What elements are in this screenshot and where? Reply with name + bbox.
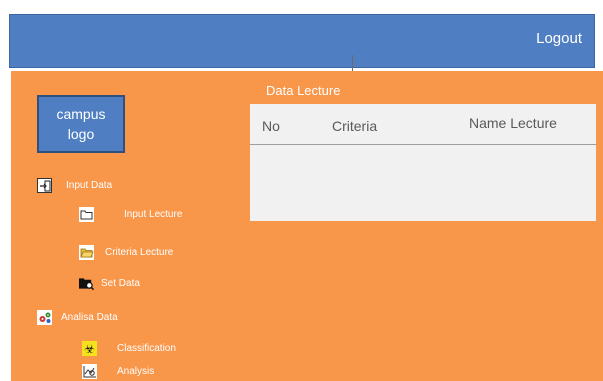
sidebar-item-label: Classification xyxy=(117,343,176,354)
sidebar-item-analisa-data[interactable]: Analisa Data xyxy=(37,310,118,325)
panel-title: Data Lecture xyxy=(266,83,341,98)
sidebar-item-input-data[interactable]: Input Data xyxy=(37,178,112,193)
logo-line-1: campus xyxy=(56,106,106,122)
top-header: Logout xyxy=(9,14,595,73)
folder-search-icon xyxy=(79,276,94,291)
campus-logo: campus logo xyxy=(37,95,125,153)
lecture-table: No Criteria Name Lecture xyxy=(250,104,596,221)
sidebar-item-analysis[interactable]: Analysis xyxy=(82,364,154,379)
column-header-criteria[interactable]: Criteria xyxy=(332,118,377,134)
folder-open-icon xyxy=(79,245,94,260)
folder-icon xyxy=(79,207,94,222)
input-icon xyxy=(37,178,52,193)
chart-search-icon xyxy=(82,364,97,379)
sidebar-item-label: Analisa Data xyxy=(61,312,118,323)
sidebar-item-criteria-lecture[interactable]: Criteria Lecture xyxy=(79,245,173,260)
sidebar-item-classification[interactable]: ☣ Classification xyxy=(82,341,176,356)
table-header: No Criteria Name Lecture xyxy=(250,104,596,145)
gears-icon xyxy=(37,310,52,325)
sidebar-item-set-data[interactable]: Set Data xyxy=(79,276,140,291)
logout-link[interactable]: Logout xyxy=(536,30,582,47)
sidebar-item-label: Input Data xyxy=(66,180,113,191)
column-header-no[interactable]: No xyxy=(262,118,280,134)
sidebar-item-label: Criteria Lecture xyxy=(105,247,174,258)
logo-line-2: logo xyxy=(67,126,95,142)
main-area: campus logo Input Data Input Lecture Cri… xyxy=(11,71,603,381)
biohazard-icon: ☣ xyxy=(82,341,97,356)
sidebar-item-input-lecture[interactable]: Input Lecture xyxy=(79,207,182,222)
sidebar-item-label: Input Lecture xyxy=(124,209,183,220)
column-header-name-lecture[interactable]: Name Lecture xyxy=(469,115,557,131)
sidebar-item-label: Set Data xyxy=(101,278,140,289)
sidebar-item-label: Analysis xyxy=(117,366,155,377)
